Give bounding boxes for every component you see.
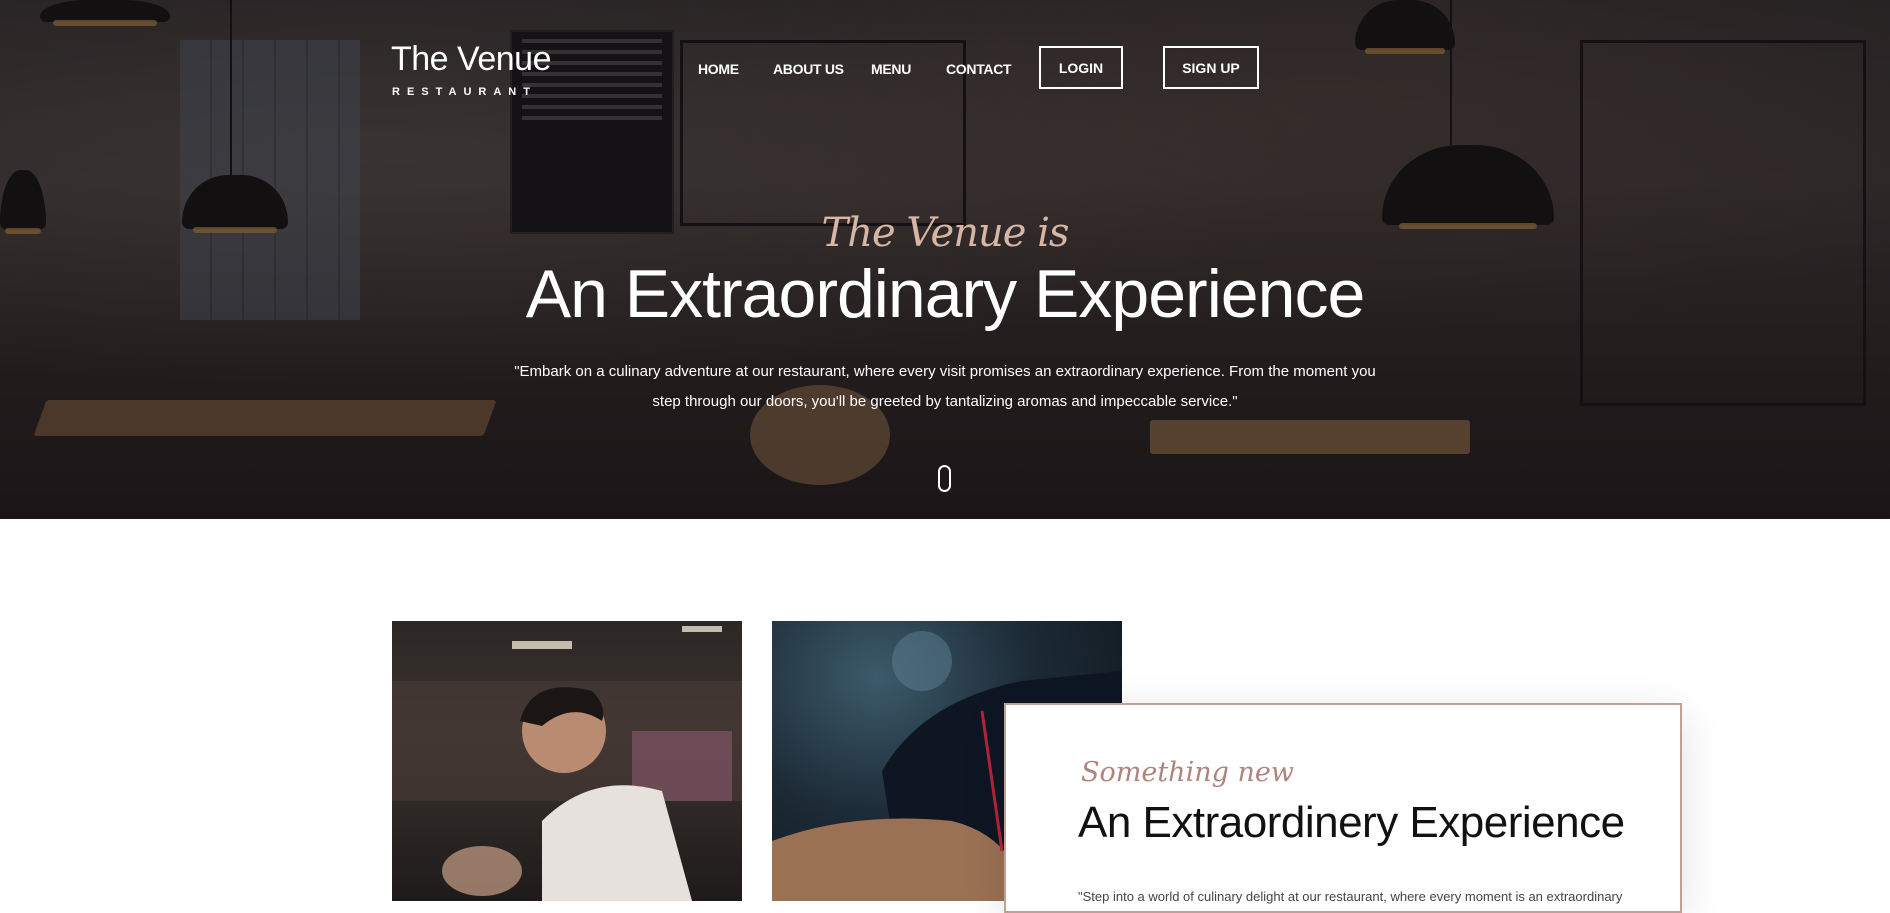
nav-contact[interactable]: CONTACT [946, 61, 1012, 77]
feature-title: An Extraordinery Experience [1078, 798, 1625, 847]
signup-button[interactable]: SIGN UP [1163, 46, 1259, 89]
feature-script-heading: Something new [1081, 757, 1294, 788]
login-button[interactable]: LOGIN [1039, 46, 1123, 89]
brand-tagline: RESTAURANT [392, 86, 537, 98]
top-navigation: The Venue RESTAURANT HOME ABOUT US MENU … [0, 0, 1890, 110]
feature-description: "Step into a world of culinary delight a… [1078, 889, 1623, 904]
hero-banner: The Venue RESTAURANT HOME ABOUT US MENU … [0, 0, 1890, 519]
scroll-indicator-icon[interactable] [938, 465, 951, 492]
hero-description: "Embark on a culinary adventure at our r… [514, 363, 1376, 410]
waiter-photo [392, 621, 742, 901]
feature-card: Something new An Extraordinery Experienc… [1004, 703, 1682, 913]
nav-menu[interactable]: MENU [871, 61, 911, 77]
nav-about-us[interactable]: ABOUT US [773, 61, 844, 77]
hero-title: An Extraordinary Experience [525, 256, 1366, 332]
waiter-illustration [392, 626, 742, 901]
brand-logo[interactable]: The Venue [391, 40, 551, 79]
hero-script-heading: The Venue is [821, 210, 1070, 256]
nav-home[interactable]: HOME [698, 61, 739, 77]
